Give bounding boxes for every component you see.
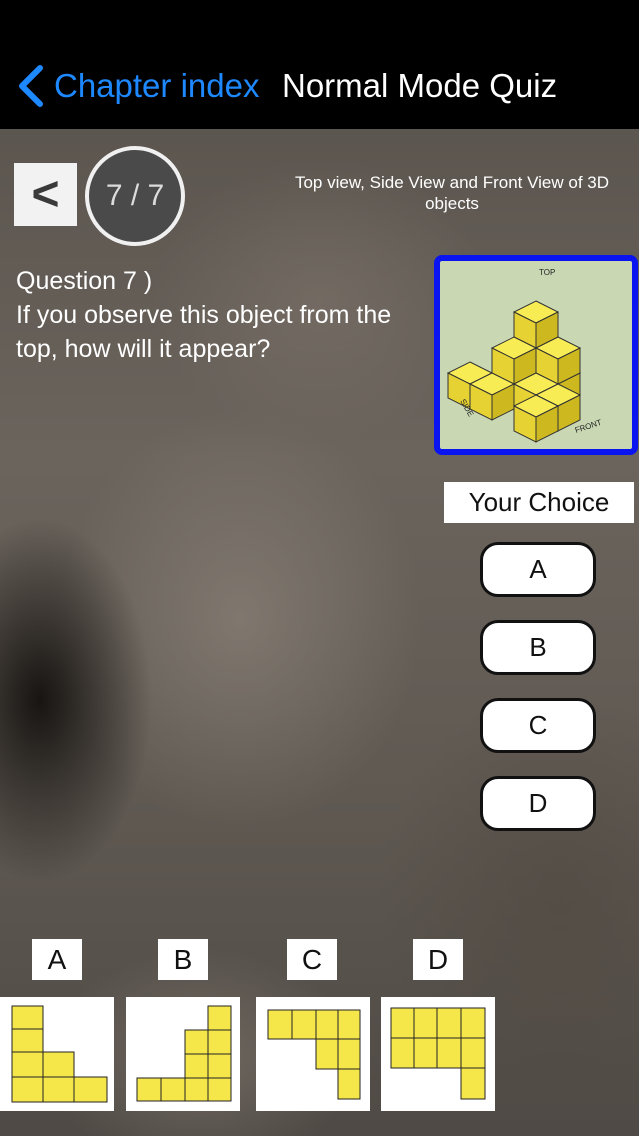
top-view-option-b-icon [136, 1005, 232, 1102]
option-image-a[interactable] [0, 997, 114, 1111]
option-label-d: D [413, 939, 463, 980]
nav-title: Normal Mode Quiz [282, 67, 558, 104]
question-progress: 7 / 7 [85, 146, 185, 246]
your-choice-label: Your Choice [444, 482, 634, 523]
choice-button-d[interactable]: D [480, 776, 596, 831]
option-label-c: C [287, 939, 337, 980]
quiz-topic: Top view, Side View and Front View of 3D… [294, 173, 610, 213]
object-image: TOP SIDE FRONT [434, 255, 638, 455]
option-image-d[interactable] [381, 997, 495, 1111]
option-label-b: B [158, 939, 208, 980]
option-image-b[interactable] [126, 997, 240, 1111]
choice-button-b[interactable]: B [480, 620, 596, 675]
option-label-a: A [32, 939, 82, 980]
top-view-option-a-icon [11, 1005, 108, 1103]
chevron-left-icon[interactable] [14, 64, 48, 108]
isometric-cubes-illustration: TOPSIDEFRONT [446, 268, 603, 443]
object-label-top: TOP [539, 268, 555, 277]
choice-button-a[interactable]: A [480, 542, 596, 597]
question-number: Question 7 ) [16, 267, 153, 295]
option-image-c[interactable] [256, 997, 370, 1111]
back-button-chapter-index[interactable]: Chapter index [54, 64, 259, 108]
top-view-option-c-icon [267, 1009, 361, 1100]
top-view-option-d-icon [390, 1007, 486, 1100]
question-text: If you observe this object from the top,… [16, 301, 392, 363]
choice-button-c[interactable]: C [480, 698, 596, 753]
navigation-bar: Chapter index Normal Mode Quiz [0, 0, 639, 129]
previous-question-button[interactable]: < [14, 163, 77, 226]
